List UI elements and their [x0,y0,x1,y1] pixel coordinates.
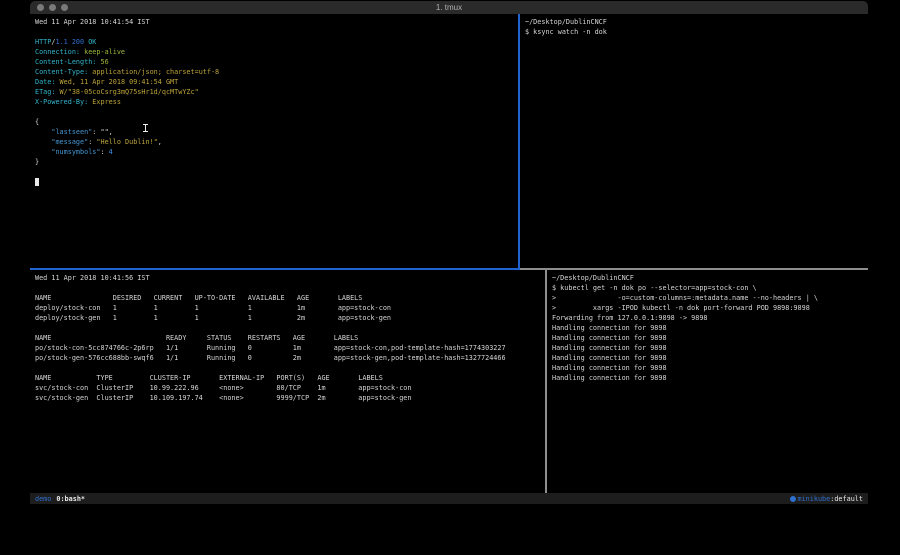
terminal-line [35,27,521,37]
terminal-line: Handling connection for 9898 [552,333,873,343]
kube-context: minikube [798,495,831,503]
terminal-line: $ kubectl get -n dok po --selector=app=s… [552,283,873,293]
terminal-line: ~/Desktop/DublinCNCF [552,273,873,283]
terminal-line [35,363,548,373]
pane-http-response[interactable]: Wed 11 Apr 2018 10:41:54 IST HTTP/1.1 200… [30,14,521,271]
terminal-line: "numsymbols": 4 [35,147,521,157]
terminal-line: $ ksync watch -n dok [525,27,873,37]
terminal-line: svc/stock-con ClusterIP 10.99.222.96 <no… [35,383,548,393]
terminal-line: Content-Type: application/json; charset=… [35,67,521,77]
terminal-line: deploy/stock-gen 1 1 1 1 2m app=stock-ge… [35,313,548,323]
terminal-line: } [35,157,521,167]
terminal-line: "message": "Hello Dublin!", [35,137,521,147]
terminal-line: ETag: W/"38-05coCsrg3mQ75sHr1d/qcMTwYZc" [35,87,521,97]
terminal-line: "lastseen": "", [35,127,521,137]
terminal-line: Forwarding from 127.0.0.1:9898 -> 9898 [552,313,873,323]
window-title: 1. tmux [30,3,868,12]
terminal-line: Wed 11 Apr 2018 10:41:54 IST [35,17,521,27]
terminal-line: > xargs -IPOD kubectl -n dok port-forwar… [552,303,873,313]
session-name: demo [35,495,51,503]
terminal-line: ~/Desktop/DublinCNCF [525,17,873,27]
terminal-line [35,107,521,117]
terminal-window: 1. tmux Wed 11 Apr 2018 10:41:54 IST HTTP… [30,1,868,503]
window-label[interactable]: 0:bash* [56,495,85,503]
mouse-ibeam-pointer [145,124,146,132]
terminal-line: Connection: keep-alive [35,47,521,57]
pane-ksync-watch[interactable]: ~/Desktop/DublinCNCF$ ksync watch -n dok [520,14,873,271]
terminal-line: deploy/stock-con 1 1 1 1 1m app=stock-co… [35,303,548,313]
terminal-line: svc/stock-gen ClusterIP 10.109.197.74 <n… [35,393,548,403]
helm-wheel-icon [790,496,796,502]
terminal-line: Date: Wed, 11 Apr 2018 09:41:54 GMT [35,77,521,87]
terminal-line: HTTP/1.1 200 OK [35,37,521,47]
pane-port-forward[interactable]: ~/Desktop/DublinCNCF$ kubectl get -n dok… [547,270,873,496]
terminal-line: { [35,117,521,127]
terminal-line [35,167,521,177]
window-titlebar[interactable]: 1. tmux [30,1,868,14]
terminal-line: NAME DESIRED CURRENT UP-TO-DATE AVAILABL… [35,293,548,303]
terminal-line: > -o=custom-columns=:metadata.name --no-… [552,293,873,303]
status-bar-right: minikube :default [790,495,864,503]
pane-divider-vertical-top[interactable] [518,14,520,268]
desktop: { "window": { "title": "1. tmux" }, "pal… [0,0,900,555]
terminal-line: Wed 11 Apr 2018 10:41:56 IST [35,273,548,283]
pane-kubectl-resources[interactable]: Wed 11 Apr 2018 10:41:56 IST NAME DESIRED… [30,270,548,496]
terminal-line: Handling connection for 9898 [552,323,873,333]
terminal-line: po/stock-con-5cc874766c-2p6rp 1/1 Runnin… [35,343,548,353]
terminal-line: po/stock-gen-576cc688bb-swqf6 1/1 Runnin… [35,353,548,363]
status-bar-left: demo 0:bash* [35,495,85,503]
terminal-line: Content-Length: 56 [35,57,521,67]
pane-divider-horizontal-active[interactable] [30,268,520,270]
kube-namespace: :default [830,495,863,503]
terminal-line: NAME READY STATUS RESTARTS AGE LABELS [35,333,548,343]
terminal-line: Handling connection for 9898 [552,353,873,363]
terminal-line [35,177,521,187]
terminal-line [35,283,548,293]
pane-divider-horizontal[interactable] [520,268,868,270]
terminal-line: X-Powered-By: Express [35,97,521,107]
terminal-line [35,323,548,333]
terminal-line: Handling connection for 9898 [552,363,873,373]
terminal-line: NAME TYPE CLUSTER-IP EXTERNAL-IP PORT(S)… [35,373,548,383]
tmux-status-bar: demo 0:bash* minikube :default [30,493,868,504]
terminal-line: Handling connection for 9898 [552,343,873,353]
pane-divider-vertical-bottom[interactable] [545,270,547,493]
terminal-line: Handling connection for 9898 [552,373,873,383]
